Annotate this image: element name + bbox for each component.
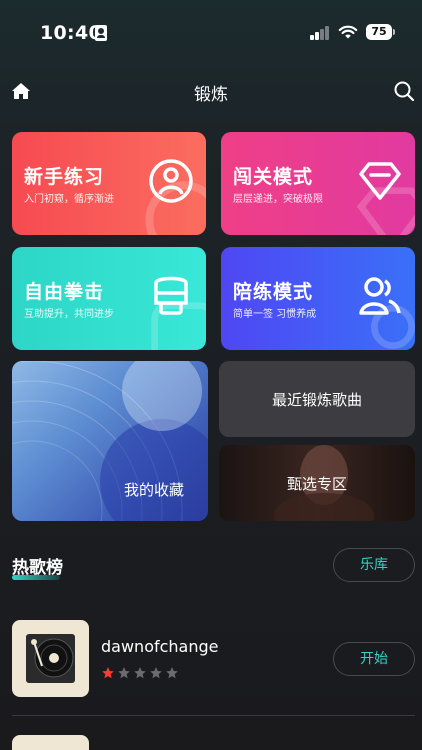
- favorites-label: 我的收藏: [124, 481, 185, 499]
- battery-tip: [393, 29, 395, 35]
- boxing-glove-icon: [154, 276, 188, 315]
- cellular-signal-icon: [310, 26, 330, 40]
- wifi-icon: [338, 25, 358, 39]
- search-icon[interactable]: [393, 80, 415, 102]
- card-title: 陪练模式: [233, 281, 314, 303]
- star-empty-icon: [134, 667, 146, 679]
- card-subtitle: 互助提升，共同进步: [24, 309, 114, 320]
- card-title: 闯关模式: [233, 166, 314, 188]
- status-bar: 10:40 75: [0, 0, 422, 64]
- recent-songs-tile[interactable]: 最近锻炼歌曲: [219, 361, 415, 437]
- star-filled-icon: [102, 667, 114, 679]
- start-button[interactable]: 开始: [333, 642, 415, 676]
- star-empty-icon: [150, 667, 162, 679]
- status-time: 10:40: [40, 22, 102, 44]
- record-icon: [26, 634, 75, 683]
- navigation-bar: 锻炼: [0, 74, 422, 108]
- card-title: 自由拳击: [24, 281, 105, 303]
- star-empty-icon: [166, 667, 178, 679]
- card-subtitle: 层层递进，突破极限: [233, 194, 323, 205]
- two-people-icon: [359, 277, 401, 315]
- page-title: 锻炼: [194, 85, 228, 105]
- card-title: 新手练习: [24, 166, 105, 188]
- card-subtitle: 简单一签 习惯养成: [233, 309, 317, 320]
- featured-zone-label: 甄选专区: [286, 475, 347, 493]
- song-rating: [101, 665, 181, 684]
- person-circle-icon: [149, 159, 193, 203]
- library-button[interactable]: 乐库: [333, 548, 415, 582]
- beginner-practice-card[interactable]: 新手练习 入门初窥，循序渐进: [12, 132, 206, 235]
- song-cover: [12, 735, 89, 750]
- song-title: dawnofchange: [101, 637, 219, 656]
- favorites-tile[interactable]: 我的收藏: [12, 361, 208, 521]
- song-cover: [12, 620, 89, 697]
- free-boxing-card[interactable]: 自由拳击 互助提升，共同进步: [12, 247, 206, 350]
- contact-card-icon: [95, 25, 107, 41]
- list-divider: [12, 715, 415, 716]
- song-list-item[interactable]: dawnofchange 开始: [12, 620, 415, 700]
- recent-songs-label: 最近锻炼歌曲: [271, 391, 362, 409]
- diamond-icon: [359, 162, 401, 200]
- sparring-mode-card[interactable]: 陪练模式 简单一签 习惯养成: [221, 247, 415, 350]
- card-subtitle: 入门初窥，循序渐进: [24, 194, 114, 205]
- featured-zone-tile[interactable]: 甄选专区: [219, 445, 415, 521]
- hot-chart-title: 热歌榜: [12, 558, 63, 578]
- challenge-mode-card[interactable]: 闯关模式 层层递进，突破极限: [221, 132, 415, 235]
- battery-level: 75: [366, 24, 392, 40]
- star-empty-icon: [118, 667, 130, 679]
